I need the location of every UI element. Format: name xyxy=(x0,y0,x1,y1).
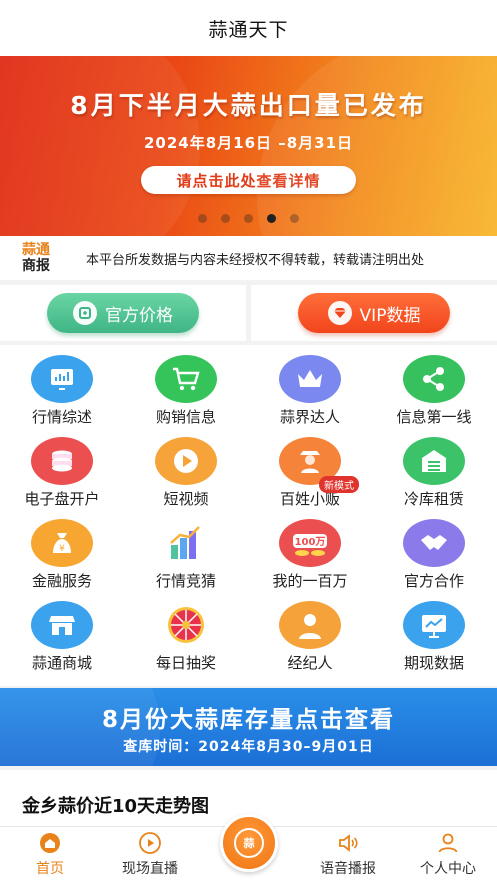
feature-tile-label: 每日抽奖 xyxy=(155,654,216,672)
vip-data-button[interactable]: VIP数据 xyxy=(298,293,450,333)
tab-live-label: 现场直播 xyxy=(122,861,178,877)
svg-text:¥: ¥ xyxy=(59,544,65,554)
feature-tile[interactable]: 蒜通商城 xyxy=(0,591,124,673)
feature-tile-label: 冷库租赁 xyxy=(403,490,464,508)
notice-logo-bottom: 商报 xyxy=(22,258,50,274)
section-title: 金乡蒜价近10天走势图 xyxy=(22,796,210,817)
feature-tile[interactable]: 短视频 xyxy=(124,427,248,509)
trend-board-icon xyxy=(403,601,465,649)
carousel-dots xyxy=(0,214,497,223)
feature-tile-label: 官方合作 xyxy=(403,572,464,590)
feature-tile-label: 短视频 xyxy=(163,490,209,508)
feature-tile-label: 行情竞猜 xyxy=(155,572,216,590)
handshake-icon xyxy=(403,519,465,567)
carousel-dot[interactable] xyxy=(290,214,299,223)
feature-tile-label: 行情综述 xyxy=(31,408,92,426)
notice-logo-top: 蒜通 xyxy=(22,242,50,258)
warehouse-icon xyxy=(403,437,465,485)
tab-live[interactable]: 现场直播 xyxy=(100,827,200,883)
shopping-cart-icon xyxy=(155,355,217,403)
carousel-dot[interactable] xyxy=(221,214,230,223)
page-title: 蒜通天下 xyxy=(208,18,289,41)
feature-tile[interactable]: 购销信息 xyxy=(124,345,248,427)
feature-tile-label: 蒜通商城 xyxy=(31,654,92,672)
vip-data-label: VIP数据 xyxy=(359,305,421,326)
crown-icon xyxy=(279,355,341,403)
official-price-label: 官方价格 xyxy=(105,305,173,326)
feature-tile[interactable]: 经纪人 xyxy=(248,591,372,673)
tab-voice-label: 语音播报 xyxy=(320,861,376,877)
tab-home[interactable]: 首页 xyxy=(0,827,100,883)
quick-actions: 官方价格 VIP数据 xyxy=(0,285,497,341)
ad-title: 8月份大蒜库存量点击查看 xyxy=(101,707,395,733)
feature-tile[interactable]: 电子盘开户 xyxy=(0,427,124,509)
notice-text: 本平台所发数据与内容未经授权不得转载，转载请注明出处 xyxy=(86,252,425,268)
svg-text:100万: 100万 xyxy=(295,536,326,548)
tab-home-label: 首页 xyxy=(36,861,64,877)
feature-tile[interactable]: 冷库租赁 xyxy=(372,427,496,509)
banner-date: 2024年8月16日 –8月31日 xyxy=(143,134,354,152)
notice-logo: 蒜通 商报 xyxy=(0,242,72,274)
share-icon xyxy=(403,355,465,403)
tab-profile-label: 个人中心 xyxy=(420,861,476,877)
price-tag-icon xyxy=(73,301,97,325)
feature-tile[interactable]: 行情综述 xyxy=(0,345,124,427)
feature-tile[interactable]: 期现数据 xyxy=(372,591,496,673)
store-icon xyxy=(31,601,93,649)
center-action-button[interactable]: 蒜 xyxy=(220,814,278,872)
banner-title: 8月下半月大蒜出口量已发布 xyxy=(70,91,427,120)
banner-details-button[interactable]: 请点击此处查看详情 xyxy=(141,166,356,194)
carousel-dot-active[interactable] xyxy=(267,214,276,223)
feature-tile[interactable]: ¥ 金融服务 xyxy=(0,509,124,591)
vendor-person-icon: 新模式 xyxy=(279,437,359,493)
new-mode-badge: 新模式 xyxy=(319,476,359,493)
bar-chart-3d-icon xyxy=(155,519,217,567)
feature-tile[interactable]: 每日抽奖 xyxy=(124,591,248,673)
notice-bar: 蒜通 商报 本平台所发数据与内容未经授权不得转载，转载请注明出处 xyxy=(0,236,497,280)
feature-tile-label: 金融服务 xyxy=(31,572,92,590)
money-bag-icon: ¥ xyxy=(31,519,93,567)
prize-wheel-icon xyxy=(155,601,217,649)
hero-banner[interactable]: 8月下半月大蒜出口量已发布 2024年8月16日 –8月31日 请点击此处查看详… xyxy=(0,56,497,236)
ad-subtitle: 查库时间：2024年8月30–9月01日 xyxy=(123,739,374,755)
tab-voice[interactable]: 语音播报 xyxy=(298,827,398,883)
feature-tile[interactable]: 蒜界达人 xyxy=(248,345,372,427)
feature-tile[interactable]: 信息第一线 xyxy=(372,345,496,427)
official-price-button[interactable]: 官方价格 xyxy=(47,293,199,333)
feature-tile-label: 我的一百万 xyxy=(272,572,348,590)
chart-screen-icon xyxy=(31,355,93,403)
coins-icon xyxy=(31,437,93,485)
diamond-icon xyxy=(327,301,352,325)
feature-tile[interactable]: 官方合作 xyxy=(372,509,496,591)
million-coins-icon: 100万 xyxy=(279,519,341,567)
feature-tile-label: 蒜界达人 xyxy=(279,408,340,426)
carousel-dot[interactable] xyxy=(198,214,207,223)
center-action-label: 蒜 xyxy=(234,828,264,858)
play-circle-icon xyxy=(137,830,163,856)
feature-tile-label: 经纪人 xyxy=(287,654,333,672)
app-header: 蒜通天下 xyxy=(0,0,497,56)
home-icon xyxy=(37,830,63,856)
carousel-dot[interactable] xyxy=(244,214,253,223)
feature-tile[interactable]: 行情竞猜 xyxy=(124,509,248,591)
play-icon xyxy=(155,437,217,485)
feature-tile[interactable]: 100万我的一百万 xyxy=(248,509,372,591)
user-icon xyxy=(435,830,461,856)
inventory-ad-banner[interactable]: 8月份大蒜库存量点击查看 查库时间：2024年8月30–9月01日 xyxy=(0,688,497,766)
feature-tile-label: 购销信息 xyxy=(155,408,216,426)
feature-tile[interactable]: 新模式 百姓小贩 xyxy=(248,427,372,509)
speaker-icon xyxy=(335,830,361,856)
feature-tile-label: 期现数据 xyxy=(403,654,464,672)
feature-grid: 行情综述 购销信息 蒜界达人 信息第一线电子盘开户 短视频 新模式 百姓小贩冷库租赁 ¥ 金融服… xyxy=(0,345,497,686)
feature-tile-label: 电子盘开户 xyxy=(24,490,100,508)
agent-person-icon xyxy=(279,601,341,649)
tab-profile[interactable]: 个人中心 xyxy=(398,827,497,883)
feature-tile-label: 信息第一线 xyxy=(396,408,472,426)
